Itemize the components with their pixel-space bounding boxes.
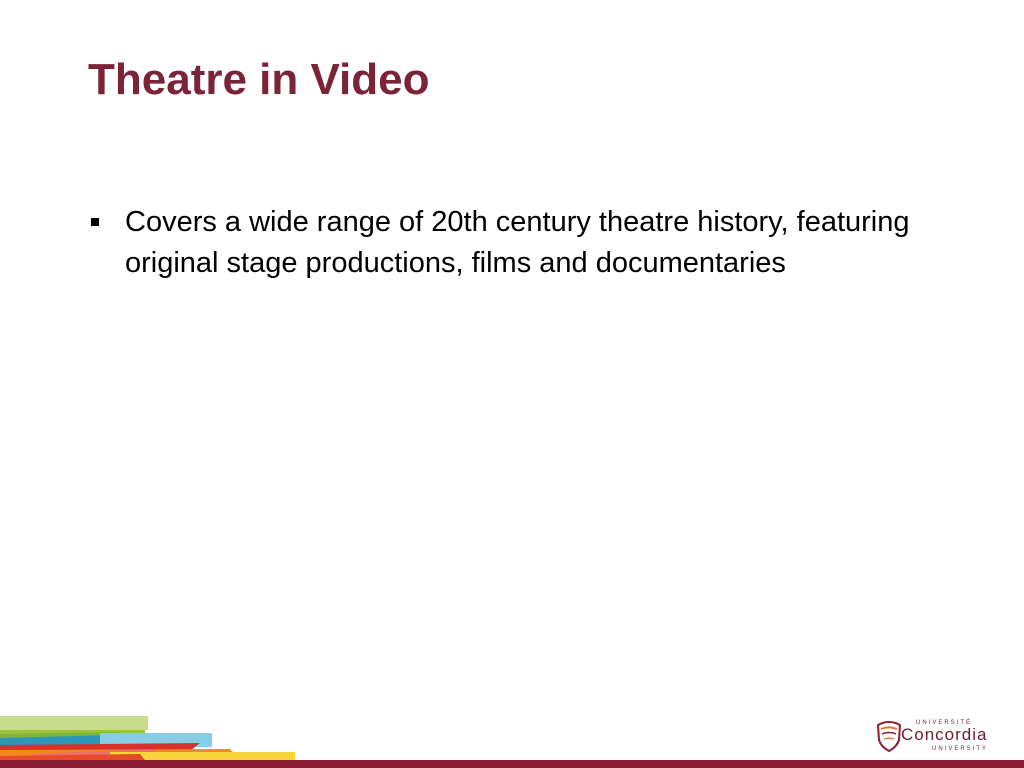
bullet-list: Covers a wide range of 20th century thea… [86,202,966,284]
slide-title: Theatre in Video [88,55,430,104]
slide: Theatre in Video Covers a wide range of … [0,0,1024,768]
shield-icon [876,721,902,752]
university-logo: UNIVERSITÉ Concordia UNIVERSITY [876,718,1000,754]
square-bullet-icon [91,218,99,226]
logo-name: Concordia [901,725,988,744]
bottom-bar [0,760,1024,768]
bullet-item: Covers a wide range of 20th century thea… [86,202,966,284]
logo-bottom-text: UNIVERSITY [932,746,989,752]
bullet-text: Covers a wide range of 20th century thea… [125,206,910,279]
